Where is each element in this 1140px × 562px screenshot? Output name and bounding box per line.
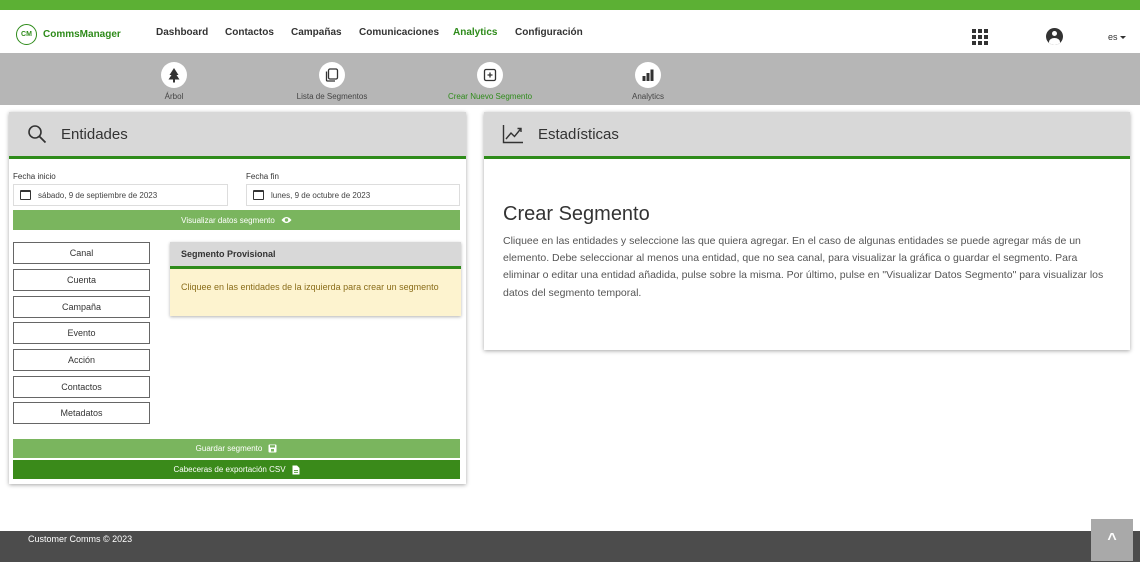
file-icon — [292, 465, 300, 475]
statistics-panel: Estadísticas Crear Segmento Cliquee en l… — [484, 112, 1130, 350]
view-segment-data-button[interactable]: Visualizar datos segmento — [13, 210, 460, 230]
new-segment-icon — [477, 62, 503, 88]
nav-campanas[interactable]: Campañas — [291, 27, 342, 38]
brand-name: CommsManager — [43, 29, 121, 40]
save-segment-button[interactable]: Guardar segmento — [13, 439, 460, 458]
entity-cuenta-button[interactable]: Cuenta — [13, 269, 150, 291]
user-avatar-icon[interactable] — [1046, 28, 1063, 45]
entity-metadatos-button[interactable]: Metadatos — [13, 402, 150, 424]
csv-headers-label: Cabeceras de exportación CSV — [173, 465, 286, 474]
bar-chart-icon — [635, 62, 661, 88]
list-segments-icon — [319, 62, 345, 88]
entity-evento-button[interactable]: Evento — [13, 322, 150, 344]
chevron-up-icon: ^ — [1107, 531, 1117, 548]
subnav-crear-segmento[interactable]: Crear Nuevo Segmento — [430, 62, 550, 101]
footer — [0, 531, 1140, 562]
end-date-input[interactable]: lunes, 9 de octubre de 2023 — [246, 184, 460, 206]
start-date-value: sábado, 9 de septiembre de 2023 — [38, 190, 158, 200]
csv-headers-button[interactable]: Cabeceras de exportación CSV — [13, 460, 460, 479]
language-selector[interactable]: es — [1108, 32, 1126, 42]
floppy-disk-icon — [268, 444, 277, 453]
subnav-label: Analytics — [631, 92, 664, 101]
provisional-segment-box: Segmento Provisional Cliquee en las enti… — [170, 242, 461, 316]
view-segment-data-label: Visualizar datos segmento — [181, 215, 275, 225]
statistics-title: Estadísticas — [538, 125, 619, 143]
start-date-input[interactable]: sábado, 9 de septiembre de 2023 — [13, 184, 228, 206]
nav-analytics[interactable]: Analytics — [453, 27, 497, 38]
logo-mark: CM — [16, 24, 37, 45]
subnav-arbol[interactable]: Árbol — [114, 62, 234, 101]
entities-title: Entidades — [61, 125, 128, 143]
tree-icon — [161, 62, 187, 88]
caret-down-icon — [1119, 36, 1126, 40]
calendar-icon — [20, 190, 31, 200]
nav-contactos[interactable]: Contactos — [225, 27, 274, 38]
scroll-to-top-button[interactable]: ^ — [1091, 519, 1133, 561]
nav-configuracion[interactable]: Configuración — [515, 27, 583, 38]
nav-comunicaciones[interactable]: Comunicaciones — [359, 27, 439, 38]
footer-copyright: Customer Comms © 2023 — [28, 534, 133, 544]
subnav-analytics[interactable]: Analytics — [588, 62, 708, 101]
entity-campana-button[interactable]: Campaña — [13, 296, 150, 318]
eye-icon — [281, 216, 292, 224]
analytics-subnav: Árbol Lista de Segmentos Crear Nuevo Seg… — [0, 53, 1140, 105]
entity-contactos-button[interactable]: Contactos — [13, 376, 150, 398]
provisional-segment-message: Cliquee en las entidades de la izquierda… — [170, 269, 461, 316]
calendar-icon — [253, 190, 264, 200]
end-date-label: Fecha fin — [246, 172, 279, 181]
entities-panel: Entidades Fecha inicio sábado, 9 de sept… — [9, 112, 466, 484]
subnav-lista-segmentos[interactable]: Lista de Segmentos — [272, 62, 392, 101]
save-segment-label: Guardar segmento — [195, 444, 263, 453]
apps-grid-icon[interactable] — [972, 29, 988, 45]
line-chart-icon — [502, 125, 523, 144]
language-label: es — [1108, 32, 1118, 42]
end-date-value: lunes, 9 de octubre de 2023 — [271, 190, 371, 200]
nav-dashboard[interactable]: Dashboard — [156, 27, 208, 38]
search-icon — [28, 125, 47, 144]
subnav-label: Crear Nuevo Segmento — [447, 92, 533, 101]
entities-panel-header: Entidades — [9, 112, 466, 159]
statistics-panel-header: Estadísticas — [484, 112, 1130, 159]
subnav-label: Lista de Segmentos — [296, 92, 368, 101]
entity-canal-button[interactable]: Canal — [13, 242, 150, 264]
subnav-label: Árbol — [164, 92, 184, 101]
top-accent-strip — [0, 0, 1140, 10]
create-segment-heading: Crear Segmento — [503, 203, 650, 225]
top-navbar: CM CommsManager Dashboard Contactos Camp… — [0, 10, 1140, 53]
start-date-label: Fecha inicio — [13, 172, 56, 181]
entity-accion-button[interactable]: Acción — [13, 349, 150, 371]
create-segment-instructions: Cliquee en las entidades y seleccione la… — [503, 235, 1104, 299]
provisional-segment-title: Segmento Provisional — [170, 242, 461, 269]
brand-logo[interactable]: CM CommsManager — [16, 24, 121, 45]
